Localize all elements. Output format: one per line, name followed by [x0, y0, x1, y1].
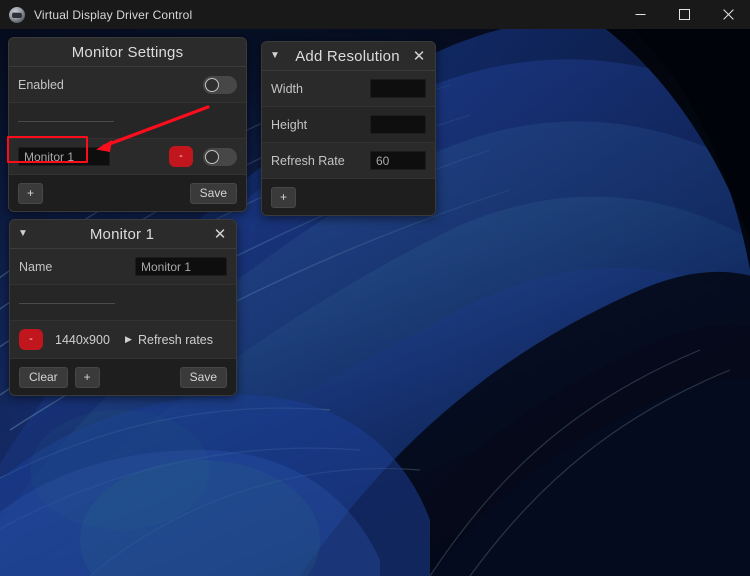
- refresh-rate-row: Refresh Rate 60: [262, 143, 435, 179]
- monitor-detail-footer: Clear + Save: [10, 359, 236, 395]
- triangle-down-icon[interactable]: ▼: [18, 229, 32, 239]
- triangle-down-icon[interactable]: ▼: [270, 51, 284, 61]
- enabled-toggle[interactable]: [203, 75, 237, 94]
- resolution-value: 1440x900: [55, 332, 110, 347]
- window-titlebar[interactable]: Virtual Display Driver Control: [0, 0, 750, 29]
- add-resolution-row-button[interactable]: +: [74, 366, 100, 388]
- triangle-right-icon: ▶: [125, 334, 132, 344]
- clear-button[interactable]: Clear: [19, 366, 68, 388]
- save-monitor-button[interactable]: Save: [179, 366, 227, 388]
- enabled-row: Enabled: [9, 67, 246, 103]
- close-icon[interactable]: ✕: [212, 227, 228, 242]
- monitor-detail-title: Monitor 1: [89, 225, 155, 243]
- monitor-name-input[interactable]: Monitor 1: [18, 147, 110, 166]
- app-logo-icon: [9, 6, 25, 23]
- window-controls: [618, 0, 750, 29]
- monitor-list-item[interactable]: Monitor 1 -: [9, 139, 246, 175]
- toggle-knob-icon: [205, 77, 219, 92]
- minimize-button[interactable]: [618, 0, 662, 29]
- width-row: Width: [262, 71, 435, 107]
- maximize-button[interactable]: [662, 0, 706, 29]
- monitor-settings-title: Monitor Settings: [71, 43, 184, 61]
- monitor-detail-panel: ▼ Monitor 1 ✕ Name Monitor 1 - 1440x900 …: [9, 219, 237, 396]
- add-monitor-button[interactable]: +: [18, 182, 43, 204]
- refresh-rates-expander[interactable]: ▶ Refresh rates: [125, 333, 213, 347]
- refresh-rate-input[interactable]: 60: [370, 151, 426, 170]
- monitor-name-field[interactable]: Monitor 1: [135, 257, 227, 276]
- monitor-settings-footer: + Save: [9, 175, 246, 211]
- toggle-knob-icon: [205, 149, 219, 164]
- width-input[interactable]: [370, 79, 426, 98]
- add-resolution-header: ▼ Add Resolution ✕: [262, 42, 435, 71]
- remove-resolution-button[interactable]: -: [19, 329, 43, 350]
- name-label: Name: [19, 259, 53, 274]
- height-input[interactable]: [370, 115, 426, 134]
- add-resolution-footer: +: [262, 179, 435, 215]
- maximize-icon: [678, 9, 690, 20]
- add-resolution-title: Add Resolution: [295, 47, 400, 65]
- add-resolution-button[interactable]: +: [271, 186, 296, 208]
- close-icon[interactable]: ✕: [411, 49, 427, 64]
- add-resolution-panel: ▼ Add Resolution ✕ Width Height Refresh …: [261, 41, 436, 216]
- close-icon: [722, 9, 734, 20]
- refresh-rate-label: Refresh Rate: [271, 153, 345, 168]
- height-label: Height: [271, 117, 308, 132]
- refresh-rates-label: Refresh rates: [137, 332, 213, 347]
- remove-monitor-button[interactable]: -: [169, 146, 193, 167]
- monitor-detail-header: ▼ Monitor 1 ✕: [10, 220, 236, 249]
- save-settings-button[interactable]: Save: [189, 182, 237, 204]
- monitor-enable-toggle[interactable]: [203, 147, 237, 166]
- close-button[interactable]: [706, 0, 750, 29]
- minimize-icon: [635, 14, 645, 15]
- divider-row: [9, 103, 246, 139]
- monitor-settings-panel: Monitor Settings Enabled Monitor 1 - + S…: [8, 37, 247, 212]
- separator-line: [19, 302, 115, 304]
- window-title: Virtual Display Driver Control: [34, 7, 193, 22]
- name-row: Name Monitor 1: [10, 249, 236, 285]
- separator-line: [18, 120, 114, 122]
- monitor-settings-header: Monitor Settings: [9, 38, 246, 67]
- divider-row: [10, 285, 236, 321]
- resolution-row[interactable]: - 1440x900 ▶ Refresh rates: [10, 321, 236, 359]
- width-label: Width: [271, 81, 303, 96]
- height-row: Height: [262, 107, 435, 143]
- enabled-label: Enabled: [18, 77, 64, 92]
- desktop-screen: Virtual Display Driver Control Monitor S…: [0, 0, 750, 576]
